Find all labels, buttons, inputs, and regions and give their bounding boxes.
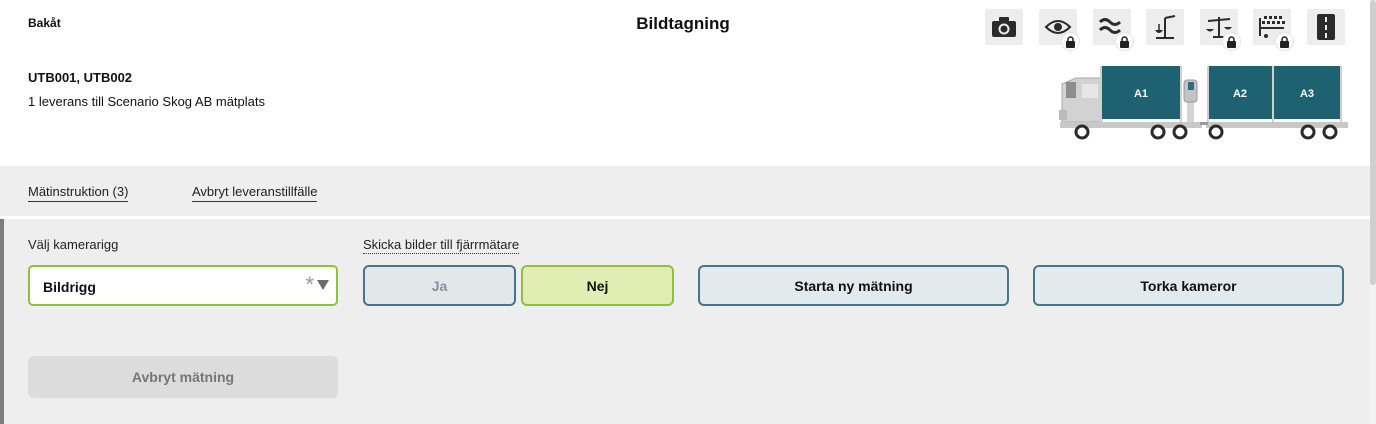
lock-icon [1062, 33, 1079, 50]
lock-icon [1116, 33, 1133, 50]
lock-icon [1276, 33, 1293, 50]
camera-rig-label: Välj kamerarigg [28, 237, 119, 252]
camera-rig-value: Bildrigg [43, 279, 96, 295]
camera-button[interactable] [985, 9, 1023, 45]
crane-scale-button[interactable] [1146, 9, 1184, 45]
scrollbar-thumb[interactable] [1370, 0, 1376, 285]
truck-illustration: A1 A2 A3 [1059, 66, 1348, 140]
vehicle-ids: UTB001, UTB002 [28, 70, 133, 85]
start-measurement-button[interactable]: Starta ny mätning [698, 265, 1009, 306]
moisture-button[interactable] [1093, 9, 1133, 50]
yes-button[interactable]: Ja [363, 265, 516, 306]
left-accent-bar [0, 219, 4, 424]
balance-scale-button[interactable] [1200, 9, 1240, 50]
compartment-label: A3 [1300, 88, 1314, 100]
compartment-label: A2 [1233, 88, 1247, 100]
sawing-button[interactable] [1253, 9, 1293, 50]
camera-rig-select[interactable]: Bildrigg * [28, 265, 338, 306]
no-button[interactable]: Nej [521, 265, 674, 306]
cancel-measurement-button[interactable]: Avbryt mätning [28, 356, 338, 398]
road-button[interactable] [1307, 9, 1345, 45]
tab-instructions[interactable]: Mätinstruktion (3) [28, 184, 129, 202]
tab-bar: Mätinstruktion (3) Avbryt leveranstillfä… [0, 166, 1376, 216]
camera-icon [992, 17, 1016, 37]
header: Bakåt Bildtagning UTB001, UTB002 1 lever… [0, 0, 1376, 166]
send-images-label: Skicka bilder till fjärrmätare [363, 237, 520, 254]
lock-icon [1223, 33, 1240, 50]
crane-scale-icon [1155, 15, 1176, 39]
chevron-down-icon [317, 280, 329, 290]
delivery-info: 1 leverans till Scenario Skog AB mätplat… [28, 94, 266, 109]
compartment-label: A1 [1134, 88, 1148, 100]
dry-cameras-button[interactable]: Torka kameror [1033, 265, 1344, 306]
required-mark: * [305, 272, 314, 297]
road-icon [1317, 14, 1335, 40]
eye-button[interactable] [1039, 9, 1079, 50]
tab-cancel-delivery[interactable]: Avbryt leveranstillfälle [192, 184, 318, 202]
